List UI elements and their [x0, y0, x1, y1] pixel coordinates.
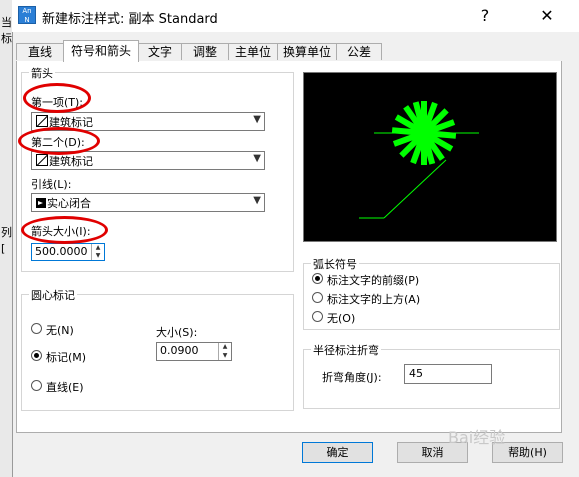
center-none-label: 无(N): [46, 324, 74, 337]
spin-up-icon[interactable]: ▲: [92, 244, 104, 252]
tab-lines[interactable]: 直线: [16, 43, 64, 60]
background-app-text: 列: [1, 226, 12, 239]
arrow-size-stepper[interactable]: 500.0000 ▲ ▼: [31, 243, 105, 261]
watermark: Bai经验: [448, 428, 506, 447]
architectural-tick-icon: [36, 115, 48, 127]
help-title-button[interactable]: ?: [470, 6, 500, 25]
tab-primary-units[interactable]: 主单位: [228, 43, 278, 60]
annotation-circle: [21, 216, 108, 244]
center-mark-label: 标记(M): [46, 351, 87, 364]
app-icon-text: N: [24, 16, 30, 24]
closed-filled-arrow-icon: [36, 198, 46, 208]
center-line-label: 直线(E): [46, 381, 84, 394]
center-line-radio[interactable]: [31, 380, 42, 391]
tab-symbols-arrows[interactable]: 符号和箭头: [63, 40, 139, 62]
preview-leader-line: [383, 159, 447, 219]
second-arrow-value: 建筑标记: [49, 155, 93, 168]
leader-select[interactable]: 实心闭合 ▼: [31, 193, 265, 212]
leader-label: 引线(L):: [31, 178, 72, 191]
jog-angle-input[interactable]: 45: [404, 364, 492, 384]
center-size-label: 大小(S):: [156, 326, 198, 339]
center-mark-radio[interactable]: [31, 350, 42, 361]
leader-value: 实心闭合: [47, 197, 91, 210]
arc-none-radio[interactable]: [312, 311, 323, 322]
center-size-value: 0.0900: [160, 344, 199, 357]
app-icon-text: An: [22, 7, 32, 15]
arc-prefix-radio[interactable]: [312, 273, 323, 284]
arrowheads-group-label: 箭头: [29, 65, 55, 81]
center-none-radio[interactable]: [31, 323, 42, 334]
architectural-tick-icon: [36, 154, 48, 166]
preview-architectural-tick-cluster: [391, 101, 457, 165]
spin-down-icon[interactable]: ▼: [219, 352, 231, 361]
annotation-circle: [23, 83, 91, 113]
close-icon[interactable]: ✕: [532, 6, 562, 25]
background-app-text: 当: [1, 16, 12, 29]
ok-button[interactable]: 确定: [302, 442, 373, 463]
background-app-text: 标: [1, 32, 12, 45]
jog-angle-value: 45: [409, 367, 423, 380]
radius-jog-group-label: 半径标注折弯: [311, 342, 381, 358]
jog-angle-label: 折弯角度(J):: [322, 371, 382, 384]
center-marks-group-label: 圆心标记: [29, 287, 77, 303]
tab-fit[interactable]: 调整: [181, 43, 229, 60]
arc-none-label: 无(O): [327, 312, 356, 325]
annotation-circle: [18, 127, 100, 155]
chevron-down-icon[interactable]: ▼: [253, 153, 261, 164]
spin-down-icon[interactable]: ▼: [92, 252, 104, 260]
window-title: 新建标注样式: 副本 Standard: [42, 12, 218, 27]
preview-drawing: [359, 101, 479, 219]
dimension-preview: [303, 72, 557, 242]
chevron-down-icon[interactable]: ▼: [253, 114, 261, 125]
arc-prefix-label: 标注文字的前缀(P): [327, 274, 420, 287]
arrow-size-value: 500.0000: [35, 245, 88, 258]
tab-tolerances[interactable]: 公差: [336, 43, 382, 60]
chevron-down-icon[interactable]: ▼: [253, 195, 261, 206]
app-icon: An N: [18, 6, 36, 24]
background-app-text: [: [1, 242, 6, 255]
tab-text[interactable]: 文字: [138, 43, 182, 60]
arc-length-group-label: 弧长符号: [311, 256, 359, 272]
arc-above-radio[interactable]: [312, 292, 323, 303]
spin-up-icon[interactable]: ▲: [219, 343, 231, 352]
arc-above-label: 标注文字的上方(A): [327, 293, 421, 306]
center-size-stepper[interactable]: 0.0900 ▲ ▼: [156, 342, 232, 361]
tab-alternate-units[interactable]: 换算单位: [277, 43, 337, 60]
